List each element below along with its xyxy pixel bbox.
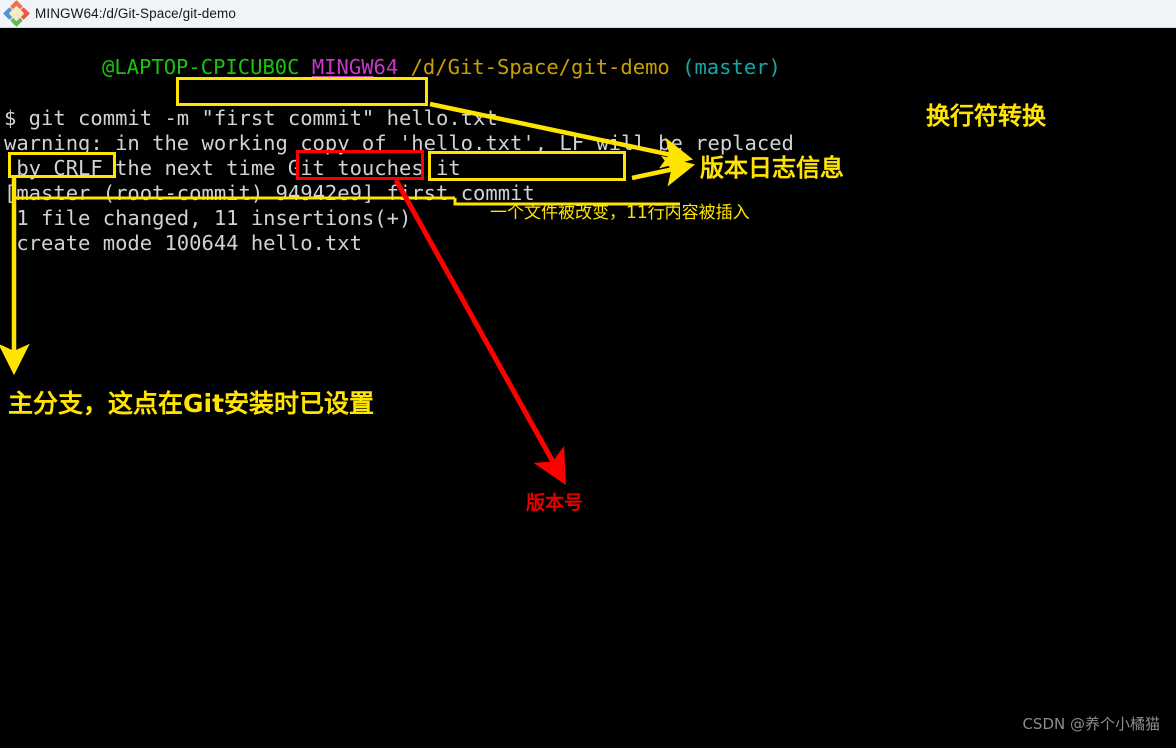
command-suffix: hello.txt: [374, 106, 498, 130]
window-titlebar: MINGW64:/d/Git-Space/git-demo: [0, 0, 1176, 28]
terminal-create-line: create mode 100644 hello.txt: [4, 231, 362, 255]
commit-hash: 94942e9: [275, 181, 362, 205]
commit-branch-name: master: [16, 181, 91, 205]
prompt-path: /d/Git-Space/git-demo: [410, 55, 670, 79]
command-flag: -m "first commit": [164, 106, 375, 130]
terminal-prompt-line: @LAPTOP-CPICUB0C MINGW64 /d/Git-Space/gi…: [102, 55, 781, 80]
commit-close-bracket: ]: [361, 181, 387, 205]
annotation-commit-log-info: 版本日志信息: [700, 154, 844, 182]
terminal-warning-line-2: by CRLF the next time Git touches it: [4, 156, 461, 180]
screenshot-root: MINGW64:/d/Git-Space/git-demo @LAPTOP-CP…: [0, 0, 1176, 748]
commit-open-bracket: [: [4, 181, 17, 205]
prompt-branch: (master): [682, 55, 781, 79]
annotation-crlf-conversion: 换行符转换: [926, 102, 1046, 130]
annotation-master-branch: 主分支，这点在Git安装时已设置: [8, 389, 375, 418]
mingw-diamond-icon: [3, 0, 30, 27]
prompt-shell: MINGW: [311, 55, 374, 79]
prompt-shell-bits: 64: [373, 55, 399, 79]
csdn-watermark: CSDN @养个小橘猫: [1022, 715, 1160, 733]
annotation-stat-explanation: 一个文件被改变，11行内容被插入: [490, 203, 750, 223]
terminal-commit-line: [master (root-commit) 94942e9] first com…: [4, 181, 535, 206]
command-prefix: $ git commit: [4, 106, 165, 130]
terminal-command-line: $ git commit -m "first commit" hello.txt: [4, 106, 498, 131]
prompt-user-host: @LAPTOP-CPICUB0C: [102, 55, 300, 79]
annotation-version-hash: 版本号: [526, 492, 584, 514]
commit-root-label: (root-commit): [90, 181, 276, 205]
terminal-warning-line-1: warning: in the working copy of 'hello.t…: [4, 131, 794, 155]
window-title: MINGW64:/d/Git-Space/git-demo: [35, 6, 236, 21]
terminal-stat-line: 1 file changed, 11 insertions(+): [4, 206, 412, 230]
